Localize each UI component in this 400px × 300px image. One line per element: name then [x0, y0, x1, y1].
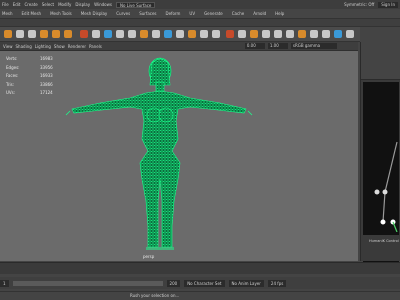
menu-file[interactable]: File	[2, 2, 9, 7]
move-tool-icon[interactable]	[40, 30, 48, 38]
shelf-tool-icon[interactable]	[176, 30, 184, 38]
vp-menu-renderer[interactable]: Renderer	[68, 44, 86, 49]
secondary-menubar: Mesh Edit Mesh Mesh Tools Mesh Display C…	[0, 9, 400, 18]
menu-edit[interactable]: Edit	[13, 2, 21, 7]
shelf-tool-icon[interactable]	[226, 30, 234, 38]
range-slider[interactable]	[12, 280, 163, 286]
shelf-tool-icon[interactable]	[92, 30, 100, 38]
anim-layer-dropdown[interactable]: No Anim Layer	[228, 279, 264, 287]
select-tool-icon[interactable]	[4, 30, 12, 38]
color-space-dropdown[interactable]: sRGB gamma	[290, 43, 337, 49]
symmetry-dropdown[interactable]: Symmetric: Off	[344, 2, 374, 7]
vp-menu-lighting[interactable]: Lighting	[35, 44, 51, 49]
vp-menu-shading[interactable]: Shading	[16, 44, 32, 49]
lasso-tool-icon[interactable]	[16, 30, 24, 38]
menu-cache[interactable]: Cache	[232, 11, 244, 16]
viewport-toolbar: View Shading Lighting Show Renderer Pane…	[0, 42, 358, 51]
shelf-tool-icon[interactable]	[212, 30, 220, 38]
tool-shelf	[0, 27, 360, 42]
menu-mesh-tools[interactable]: Mesh Tools	[50, 11, 72, 16]
shelf-tool-icon[interactable]	[164, 30, 172, 38]
time-slider[interactable]	[0, 262, 400, 274]
menu-mesh[interactable]: Mesh	[2, 11, 13, 16]
3d-viewport[interactable]: Verts: 16983 Edges: 33956 Faces: 16933 T…	[0, 51, 358, 261]
shelf-tool-icon[interactable]	[334, 30, 342, 38]
status-line	[0, 18, 400, 27]
range-start-field[interactable]: 1	[0, 279, 9, 287]
menu-select[interactable]: Select	[42, 2, 54, 7]
shelf-tool-icon[interactable]	[262, 30, 270, 38]
shelf-tool-icon[interactable]	[128, 30, 136, 38]
menu-uv[interactable]: UV	[189, 11, 195, 16]
menu-arnold[interactable]: Arnold	[253, 11, 266, 16]
menu-edit-mesh[interactable]: Edit Mesh	[22, 11, 42, 16]
menu-modify[interactable]: Modify	[58, 2, 71, 7]
range-slider-bar: 1 200 No Character Set No Anim Layer 24 …	[0, 277, 400, 289]
far-clip-field[interactable]: 1.00	[267, 43, 288, 49]
shelf-tool-icon[interactable]	[116, 30, 124, 38]
menu-windows[interactable]: Windows	[94, 2, 112, 7]
shelf-tool-icon[interactable]	[104, 30, 112, 38]
shelf-tool-icon[interactable]	[310, 30, 318, 38]
shelf-tool-icon[interactable]	[238, 30, 246, 38]
shelf-tool-icon[interactable]	[322, 30, 330, 38]
shelf-tool-icon[interactable]	[250, 30, 258, 38]
range-end-field[interactable]: 200	[166, 279, 181, 287]
humanik-title: HumanIK Control	[369, 239, 399, 243]
right-panel-tabs[interactable]	[361, 42, 400, 80]
paint-select-icon[interactable]	[28, 30, 36, 38]
vp-menu-panels[interactable]: Panels	[89, 44, 102, 49]
shelf-tool-icon[interactable]	[286, 30, 294, 38]
menu-deform[interactable]: Deform	[166, 11, 181, 16]
shelf-tool-icon[interactable]	[188, 30, 196, 38]
rotate-tool-icon[interactable]	[52, 30, 60, 38]
shelf-tool-icon[interactable]	[298, 30, 306, 38]
menu-help[interactable]: Help	[275, 11, 284, 16]
fps-dropdown[interactable]: 24 fps	[267, 279, 287, 287]
shelf-tool-icon[interactable]	[346, 30, 354, 38]
humanik-skeleton-icon	[374, 141, 398, 233]
shelf-tool-icon[interactable]	[200, 30, 208, 38]
shelf-tool-icon[interactable]	[274, 30, 282, 38]
vp-menu-show[interactable]: Show	[54, 44, 65, 49]
humanik-control-bar: HumanIK Control	[361, 235, 400, 261]
shelf-tool-icon[interactable]	[152, 30, 160, 38]
menu-display[interactable]: Display	[75, 2, 90, 7]
menu-create[interactable]: Create	[24, 2, 37, 7]
character-set-dropdown[interactable]: No Character Set	[184, 279, 225, 287]
character-wireframe-model[interactable]	[0, 51, 358, 261]
menu-generate[interactable]: Generate	[204, 11, 223, 16]
near-clip-field[interactable]: 0.00	[244, 43, 265, 49]
shelf-tool-icon[interactable]	[80, 30, 88, 38]
command-line[interactable]: Rush your selection on...	[0, 291, 400, 300]
menu-curves[interactable]: Curves	[116, 11, 130, 16]
live-surface-dropdown[interactable]: No Live Surface	[115, 1, 156, 8]
vp-menu-view[interactable]: View	[3, 44, 13, 49]
command-help-text: Rush your selection on...	[130, 293, 180, 298]
sign-in-button[interactable]: Sign In	[378, 1, 398, 8]
scale-tool-icon[interactable]	[64, 30, 72, 38]
camera-label: persp	[143, 254, 155, 259]
menu-surfaces[interactable]: Surfaces	[139, 11, 156, 16]
top-menubar: File Edit Create Select Modify Display W…	[0, 0, 400, 9]
right-panel: HumanIK Control	[360, 42, 400, 272]
menu-mesh-display[interactable]: Mesh Display	[81, 11, 108, 16]
shelf-tool-icon[interactable]	[140, 30, 148, 38]
